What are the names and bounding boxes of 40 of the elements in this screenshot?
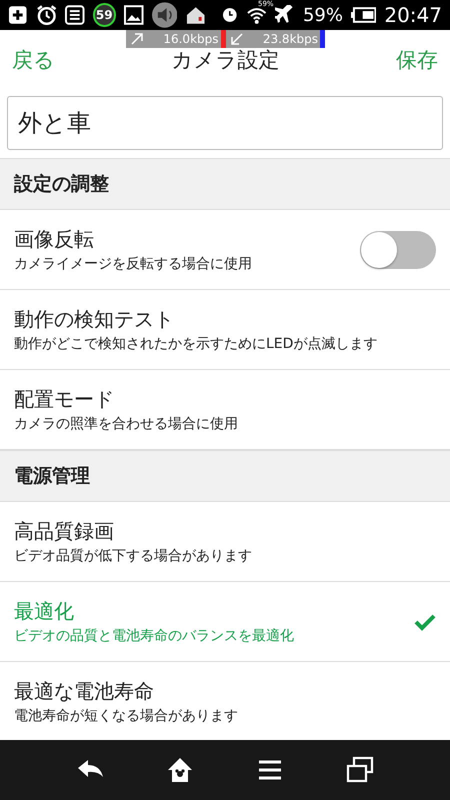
marker-bar <box>220 30 226 48</box>
marker-bar <box>320 30 325 48</box>
counter-badge: 59 <box>92 3 116 27</box>
camera-name-field[interactable]: 外と車 <box>7 96 443 150</box>
upload-speed: 16.0kbps <box>163 32 220 46</box>
row-title: 高品質録画 <box>14 518 115 545</box>
row-subtitle: カメライメージを反転する場合に使用 <box>14 254 253 274</box>
image-icon <box>124 5 144 25</box>
add-icon <box>8 5 28 25</box>
row-subtitle: カメラの照準を合わせる場合に使用 <box>14 414 239 434</box>
section-header: 設定の調整 <box>0 158 450 210</box>
row-subtitle: ビデオ品質が低下する場合があります <box>14 546 253 566</box>
row-title: 画像反転 <box>14 226 95 253</box>
toggle-switch[interactable] <box>360 230 436 268</box>
settings-row[interactable]: 画像反転 カメライメージを反転する場合に使用 <box>0 210 450 290</box>
wifi-icon <box>246 5 268 25</box>
airplane-icon <box>275 5 295 25</box>
row-title: 最適な電池寿命 <box>14 678 155 705</box>
row-subtitle: 動作がどこで検知されたかを示すためにLEDが点滅します <box>14 334 378 354</box>
list-icon <box>64 5 84 25</box>
row-subtitle: ビデオの品質と電池寿命のバランスを最適化 <box>14 626 295 646</box>
row-title: 動作の検知テスト <box>14 306 175 333</box>
clock-icon <box>222 7 238 23</box>
settings-row[interactable]: 高品質録画 ビデオ品質が低下する場合があります <box>0 502 450 582</box>
row-title: 最適化 <box>14 598 75 625</box>
clock-time: 20:47 <box>384 3 442 27</box>
settings-row[interactable]: 動作の検知テスト 動作がどこで検知されたかを示すためにLEDが点滅します <box>0 290 450 370</box>
house-icon <box>184 4 206 26</box>
row-title: 配置モード <box>14 386 115 413</box>
battery-icon <box>350 7 376 23</box>
download-speed: 23.8kbps <box>262 32 319 46</box>
row-subtitle: 電池寿命が短くなる場合があります <box>14 706 239 726</box>
download-arrow-icon <box>230 32 244 46</box>
speaker-icon <box>152 2 177 28</box>
screen-title: カメラ設定 <box>172 47 280 74</box>
battery-percent: 59% <box>302 4 343 26</box>
recent-apps-icon[interactable] <box>345 755 375 785</box>
alarm-clock-icon <box>36 4 57 26</box>
section-header: 電源管理 <box>0 450 450 502</box>
upload-arrow-icon <box>130 32 144 46</box>
